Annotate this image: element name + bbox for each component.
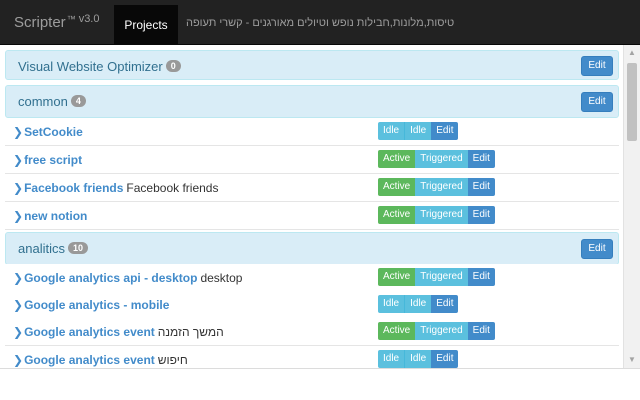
group-title[interactable]: analitics 10: [18, 241, 88, 256]
script-status-group: Active Triggered Edit: [378, 150, 495, 168]
script-name[interactable]: ❯Google analytics api - desktop desktop: [13, 271, 242, 285]
state-button[interactable]: Idle: [404, 350, 432, 368]
tab-projects[interactable]: Projects: [114, 5, 178, 45]
state-button[interactable]: Triggered: [415, 178, 468, 196]
top-navbar: Scripter™ v3.0 Projects טיסות,מלונות,חביל…: [0, 0, 640, 45]
vertical-scrollbar[interactable]: ▲ ▼: [623, 45, 640, 368]
script-status-group: Active Triggered Edit: [378, 268, 495, 286]
script-status-group: Idle Idle Edit: [378, 350, 459, 368]
group-title-text: common: [18, 94, 68, 109]
edit-script-button[interactable]: Edit: [467, 206, 495, 224]
status-button[interactable]: Active: [378, 206, 416, 224]
group-count-badge: 4: [70, 95, 86, 107]
chevron-right-icon: ❯: [13, 271, 24, 285]
script-name[interactable]: ❯new notion: [13, 209, 90, 223]
script-link[interactable]: SetCookie: [24, 125, 83, 139]
script-status-group: Idle Idle Edit: [378, 295, 459, 313]
group-heading-analitics: analitics 10 Edit: [5, 232, 619, 265]
status-button[interactable]: Active: [378, 178, 416, 196]
group-heading-common: common 4 Edit: [5, 85, 619, 118]
group-title-text: analitics: [18, 241, 65, 256]
script-link[interactable]: Google analytics api - desktop: [24, 271, 197, 285]
chevron-right-icon: ❯: [13, 325, 24, 339]
script-name[interactable]: ❯free script: [13, 153, 85, 167]
script-name[interactable]: ❯Google analytics - mobile: [13, 298, 172, 312]
status-button[interactable]: Idle: [378, 350, 405, 368]
script-name[interactable]: ❯Google analytics event חיפוש: [13, 353, 188, 367]
brand-name: Scripter: [14, 14, 66, 31]
script-row: ❯Facebook friends Facebook friends Active…: [5, 174, 619, 202]
script-status-group: Active Triggered Edit: [378, 322, 495, 340]
version-label: v3.0: [78, 13, 100, 25]
status-button[interactable]: Active: [378, 268, 416, 286]
triangle-down-icon[interactable]: ▼: [624, 352, 640, 368]
script-link[interactable]: Google analytics - mobile: [24, 298, 169, 312]
group-count-badge: 0: [165, 60, 181, 72]
edit-script-button[interactable]: Edit: [431, 350, 459, 368]
script-description: חיפוש: [157, 353, 188, 367]
script-description: desktop: [200, 271, 243, 285]
chevron-right-icon: ❯: [13, 181, 24, 195]
state-button[interactable]: Triggered: [415, 268, 468, 286]
edit-script-button[interactable]: Edit: [467, 178, 495, 196]
script-link[interactable]: Google analytics event: [24, 325, 155, 339]
edit-script-button[interactable]: Edit: [467, 322, 495, 340]
app-brand[interactable]: Scripter™ v3.0: [14, 13, 99, 31]
status-button[interactable]: Active: [378, 322, 416, 340]
script-row: ❯Google analytics event המשך הזמנה Active…: [5, 318, 619, 346]
state-button[interactable]: Idle: [404, 122, 432, 140]
group-title[interactable]: Visual Website Optimizer 0: [18, 59, 181, 74]
status-button[interactable]: Idle: [378, 122, 405, 140]
chevron-right-icon: ❯: [13, 353, 24, 367]
status-button[interactable]: Idle: [378, 295, 405, 313]
script-row: ❯Google analytics - mobile Idle Idle Edit: [5, 291, 619, 319]
chevron-right-icon: ❯: [13, 298, 24, 312]
script-row: ❯SetCookie Idle Idle Edit: [5, 118, 619, 146]
script-link[interactable]: new notion: [24, 209, 87, 223]
chevron-right-icon: ❯: [13, 153, 24, 167]
group-count-badge: 10: [67, 242, 88, 254]
group-heading-visual-website-optimizer: Visual Website Optimizer 0 Edit: [5, 50, 619, 80]
group-title-text: Visual Website Optimizer: [18, 59, 163, 74]
script-link[interactable]: free script: [24, 153, 82, 167]
script-status-group: Active Triggered Edit: [378, 206, 495, 224]
group-title[interactable]: common 4: [18, 94, 86, 109]
script-name[interactable]: ❯Google analytics event המשך הזמנה: [13, 325, 224, 339]
blank-footer-area: [0, 368, 640, 400]
script-link[interactable]: Google analytics event: [24, 353, 155, 367]
script-status-group: Active Triggered Edit: [378, 178, 495, 196]
edit-script-button[interactable]: Edit: [467, 268, 495, 286]
state-button[interactable]: Triggered: [415, 322, 468, 340]
chevron-right-icon: ❯: [13, 125, 24, 139]
triangle-up-icon[interactable]: ▲: [624, 45, 640, 61]
trademark-mark: ™: [66, 14, 76, 24]
script-name[interactable]: ❯Facebook friends Facebook friends: [13, 181, 218, 195]
nav-tagline[interactable]: טיסות,מלונות,חבילות נופש וטיולים מאורגני…: [186, 17, 454, 29]
chevron-right-icon: ❯: [13, 209, 24, 223]
script-description: המשך הזמנה: [157, 325, 224, 339]
status-button[interactable]: Active: [378, 150, 416, 168]
state-button[interactable]: Idle: [404, 295, 432, 313]
scrollbar-thumb[interactable]: [627, 63, 637, 141]
projects-content: Visual Website Optimizer 0 Edit common 4 E…: [0, 45, 623, 368]
script-status-group: Idle Idle Edit: [378, 122, 459, 140]
script-row: ❯Google analytics api - desktop desktop A…: [5, 264, 619, 292]
script-row: ❯new notion Active Triggered Edit: [5, 202, 619, 230]
edit-script-button[interactable]: Edit: [431, 295, 459, 313]
script-name[interactable]: ❯SetCookie: [13, 125, 86, 139]
edit-script-button[interactable]: Edit: [467, 150, 495, 168]
edit-group-button[interactable]: Edit: [581, 56, 613, 76]
edit-group-button[interactable]: Edit: [581, 92, 613, 112]
script-row: ❯Google analytics event חיפוש Idle Idle Edi…: [5, 346, 619, 368]
script-description: Facebook friends: [126, 181, 219, 195]
edit-group-button[interactable]: Edit: [581, 239, 613, 259]
state-button[interactable]: Triggered: [415, 206, 468, 224]
state-button[interactable]: Triggered: [415, 150, 468, 168]
edit-script-button[interactable]: Edit: [431, 122, 459, 140]
script-row: ❯free script Active Triggered Edit: [5, 146, 619, 174]
script-link[interactable]: Facebook friends: [24, 181, 123, 195]
